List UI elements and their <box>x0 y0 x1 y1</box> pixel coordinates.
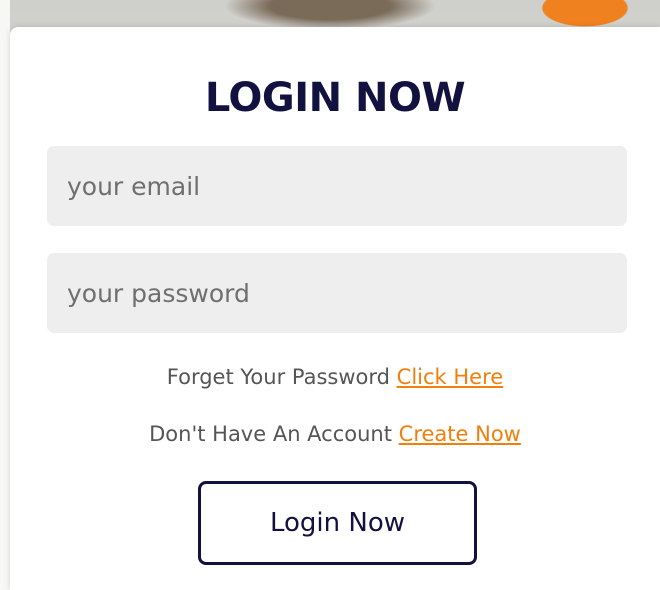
forgot-password-line: Forget Your Password Click Here <box>10 363 660 391</box>
forgot-password-text: Forget Your Password <box>166 365 390 389</box>
forgot-password-link[interactable]: Click Here <box>397 365 504 389</box>
signup-line: Don't Have An Account Create Now <box>10 420 660 448</box>
form-title: LOGIN NOW <box>204 75 466 121</box>
create-account-link[interactable]: Create Now <box>399 422 521 446</box>
email-input[interactable] <box>47 146 627 226</box>
page-edge <box>0 0 10 590</box>
signup-text: Don't Have An Account <box>149 422 392 446</box>
password-input[interactable] <box>47 253 627 333</box>
login-form: LOGIN NOW Forget Your Password Click Her… <box>10 27 660 590</box>
login-button[interactable]: Login Now <box>198 481 477 565</box>
